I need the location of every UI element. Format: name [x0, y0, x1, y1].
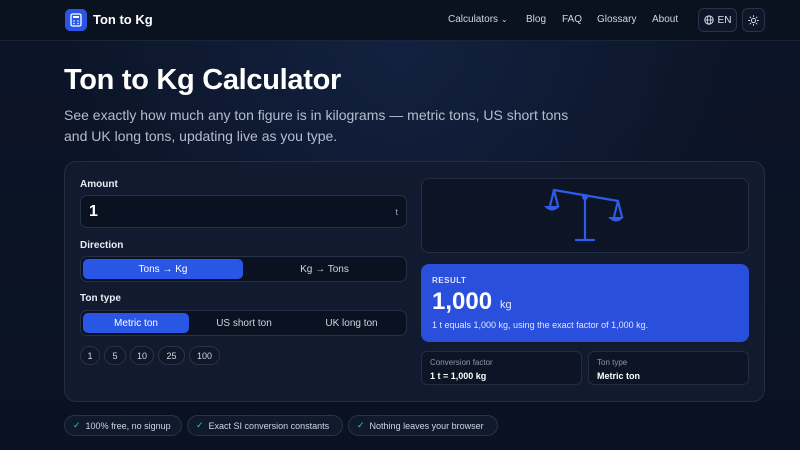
amount-label: Amount — [80, 179, 118, 190]
direction-toggle: Tons → Kg Kg → Tons — [80, 256, 407, 282]
nav-about[interactable]: About — [652, 14, 678, 25]
nav-calculators[interactable]: Calculators ⌄ — [448, 14, 508, 25]
check-icon: ✓ — [73, 420, 81, 430]
chevron-down-icon: ⌄ — [501, 15, 508, 24]
badge-exact-constants: ✓ Exact SI conversion constants — [187, 415, 343, 436]
ton-type-uk-long[interactable]: UK long ton — [299, 313, 404, 333]
badge-free: ✓ 100% free, no signup — [64, 415, 182, 436]
brand-name[interactable]: Ton to Kg — [93, 12, 153, 27]
result-value: 1,000 — [432, 288, 493, 315]
preset-chip[interactable]: 5 — [104, 346, 126, 365]
ton-type-label: Ton type — [80, 293, 121, 304]
check-icon: ✓ — [196, 420, 204, 430]
calculator-logo-icon[interactable] — [65, 9, 87, 31]
ton-type-toggle: Metric ton US short ton UK long ton — [80, 310, 407, 336]
direction-label: Direction — [80, 240, 124, 251]
preset-chip[interactable]: 10 — [130, 346, 154, 365]
nav-glossary[interactable]: Glossary — [597, 14, 636, 25]
badge-privacy: ✓ Nothing leaves your browser — [348, 415, 498, 436]
preset-chip[interactable]: 25 — [158, 346, 185, 365]
theme-toggle-button[interactable] — [742, 8, 765, 32]
scale-illustration-panel — [421, 178, 749, 253]
balance-scale-icon — [544, 188, 624, 242]
conversion-factor-box: Conversion factor 1 t = 1,000 kg — [421, 351, 582, 385]
result-panel: RESULT 1,000 kg 1 t equals 1,000 kg, usi… — [421, 264, 749, 342]
preset-chip[interactable]: 100 — [189, 346, 220, 365]
top-navigation-bar: Ton to Kg Calculators ⌄ Blog FAQ Glossary… — [0, 0, 800, 41]
page-title: Ton to Kg Calculator — [64, 64, 342, 96]
page-subtitle: See exactly how much any ton figure is i… — [64, 107, 569, 144]
amount-field[interactable]: t — [80, 195, 407, 228]
ton-type-us-short[interactable]: US short ton — [191, 313, 297, 333]
preset-chip[interactable]: 1 — [80, 346, 100, 365]
result-unit: kg — [500, 299, 512, 311]
sun-icon — [748, 14, 759, 26]
ton-type-box: Ton type Metric ton — [588, 351, 749, 385]
amount-input[interactable] — [89, 203, 369, 221]
conversion-factor-label: Conversion factor — [430, 358, 493, 367]
ton-type-metric[interactable]: Metric ton — [83, 313, 189, 333]
conversion-factor-value: 1 t = 1,000 kg — [430, 371, 487, 381]
ton-type-box-label: Ton type — [597, 358, 628, 367]
check-icon: ✓ — [357, 420, 365, 430]
globe-icon — [703, 15, 714, 25]
direction-kg-to-tons[interactable]: Kg → Tons — [245, 259, 404, 279]
amount-unit: t — [395, 207, 398, 217]
language-selector[interactable]: EN — [698, 8, 737, 32]
ton-type-box-value: Metric ton — [597, 371, 641, 381]
result-label: RESULT — [432, 276, 467, 285]
direction-tons-to-kg[interactable]: Tons → Kg — [83, 259, 243, 279]
nav-blog[interactable]: Blog — [526, 14, 546, 25]
result-note: 1 t equals 1,000 kg, using the exact fac… — [432, 320, 649, 330]
nav-faq[interactable]: FAQ — [562, 14, 582, 25]
